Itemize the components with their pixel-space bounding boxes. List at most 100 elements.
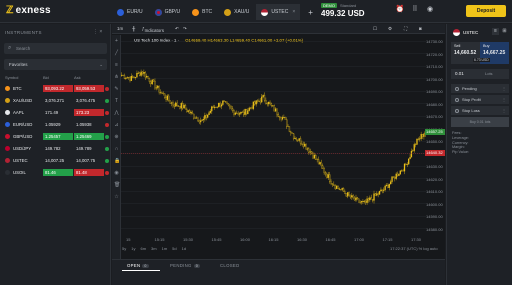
eye-icon[interactable]: ◉ [114,171,119,176]
zoom-in-icon[interactable]: ⊕ [114,135,119,140]
more-icon[interactable]: ⋮ [502,106,506,115]
bid-price[interactable]: 149.782 [43,145,73,152]
search-input[interactable]: ⌕ Search [4,43,107,54]
candle-body [369,197,371,201]
tab-gbpu[interactable]: GBP/U [150,4,186,20]
regular-form-icon[interactable]: ≡ [492,28,499,35]
indicators-button[interactable]: ƒ Indicators [142,26,164,33]
pitchfork-icon[interactable]: ⋔ [114,75,119,80]
orders-tab-pending[interactable]: PENDING 0 [170,263,200,268]
instrument-icon [5,158,10,163]
camera-icon[interactable]: ◙ [419,26,422,31]
instrument-row[interactable]: XAU/USD 3,076.271 3,076.475 [0,95,111,107]
ask-price[interactable]: 149.789 [74,145,104,152]
ask-price[interactable]: 1.25469 [74,133,104,140]
orders-tab-closed[interactable]: CLOSED [220,263,239,268]
order-detail-label: Leverage: [452,135,469,140]
alarm-clock-icon[interactable]: ⏰ [395,5,405,15]
account-summary[interactable]: DEMO Standard 499.32 USD [321,3,365,18]
ask-price[interactable]: 81.48 [74,169,104,176]
price-chart[interactable] [121,35,426,235]
trend-line-icon[interactable]: ╱ [114,51,119,56]
apps-grid-icon[interactable]: ⠿ [410,5,420,15]
panel-menu-icon[interactable]: ⋮ × [93,29,102,35]
range-button-1d[interactable]: 1d [182,246,186,251]
candle-body [202,119,205,120]
ask-price[interactable]: 3,076.475 [74,97,104,104]
deposit-button[interactable]: Deposit [466,5,506,17]
candle-body [306,148,309,150]
settings-icon[interactable]: ⚙ [388,26,392,32]
save-icon[interactable]: ☐ [373,26,377,32]
candle-body [216,106,218,108]
stop-loss-radio[interactable] [455,108,459,113]
lock-icon[interactable]: 🔒 [114,159,120,164]
trash-icon[interactable]: 🗑 [114,183,120,188]
instrument-row[interactable]: EUR/USD 1.05929 1.05938 [0,119,111,131]
instrument-row[interactable]: AAPL 171.49 173.23 [0,107,111,119]
instrument-row[interactable]: GBP/USD 1.25457 1.25469 [0,131,111,143]
candle-body [324,172,327,175]
horizontal-line-icon[interactable]: ≡ [114,63,119,68]
instrument-row[interactable]: USTEC 14,007.25 14,007.75 [0,155,111,167]
pending-radio[interactable] [455,86,459,91]
candle-body [371,199,374,201]
ask-price[interactable]: 93,059.53 [74,85,104,92]
range-button-3m[interactable]: 3m [151,246,157,251]
time-tick-label: 15:45 [211,237,222,242]
redo-icon[interactable]: ↷ [183,26,187,32]
range-button-6m[interactable]: 6m [140,246,146,251]
text-tool-icon[interactable]: T [114,99,119,104]
ask-price[interactable]: 14,007.75 [74,157,104,164]
instrument-row[interactable]: USOIL 81.46 81.48 [0,167,111,179]
candle-body [222,100,224,105]
crosshair-icon[interactable]: + [114,39,119,44]
bid-price[interactable]: 1.25457 [43,133,73,140]
take-profit-option[interactable]: Stop Profit ⋮ [451,95,509,104]
ask-price[interactable]: 173.23 [74,109,104,116]
bid-price[interactable]: 14,007.25 [43,157,73,164]
tab-ustec[interactable]: USTEC × [256,4,301,20]
close-icon[interactable]: × [292,9,295,15]
range-button-1m[interactable]: 1m [162,246,168,251]
brush-icon[interactable]: ✎ [114,87,119,92]
pattern-icon[interactable]: ⋀ [114,111,119,116]
bid-price[interactable]: 93,093.22 [43,85,73,92]
pending-option[interactable]: Pending ⋮ [451,84,509,93]
instrument-row[interactable]: USD/JPY 149.782 149.789 [0,143,111,155]
candle-type-icon[interactable]: ╫ [132,26,135,31]
volume-input[interactable]: 0.01 Lots [451,69,509,79]
candle-body [403,163,406,172]
star-icon[interactable]: ☆ [114,195,119,200]
tab-euru[interactable]: EUR/U [112,4,148,20]
ruler-icon[interactable]: ⊿ [114,123,119,128]
fullscreen-icon[interactable]: ⛶ [404,26,407,31]
more-icon[interactable]: ⋮ [502,95,506,104]
instrument-row[interactable]: BTC 93,093.22 93,059.53 [0,83,111,95]
tab-xauu[interactable]: XAU/U [219,4,254,20]
candle-body [317,159,320,165]
add-tab-icon[interactable]: + [308,8,313,17]
place-order-button[interactable]: Buy 0.01 lots [451,117,509,127]
timeframe-selector[interactable]: 1m [117,26,123,31]
take-profit-radio[interactable] [455,97,459,102]
range-button-1y[interactable]: 1y [131,246,135,251]
ask-price[interactable]: 1.05938 [74,121,104,128]
range-button-5y[interactable]: 5y [122,246,126,251]
tab-btc[interactable]: BTC [187,4,217,20]
magnet-icon[interactable]: ∩ [114,147,119,152]
bid-price[interactable]: 171.49 [43,109,73,116]
range-button-5d[interactable]: 5d [172,246,176,251]
bid-price[interactable]: 1.05929 [43,121,73,128]
orders-tab-open[interactable]: OPEN 0 [127,263,149,268]
candle-body [297,139,299,141]
stop-loss-option[interactable]: Stop Loss ⋮ [451,106,509,115]
bid-price[interactable]: 81.46 [43,169,73,176]
exness-logo[interactable]: ℤexness [6,5,51,16]
user-avatar-icon[interactable]: ◉ [425,5,435,15]
one-click-icon[interactable]: ⊞ [501,28,508,35]
more-icon[interactable]: ⋮ [502,84,506,93]
favorites-dropdown[interactable]: Favorites ⌄ [4,59,107,70]
undo-icon[interactable]: ↶ [175,26,179,32]
bid-price[interactable]: 3,076.271 [43,97,73,104]
